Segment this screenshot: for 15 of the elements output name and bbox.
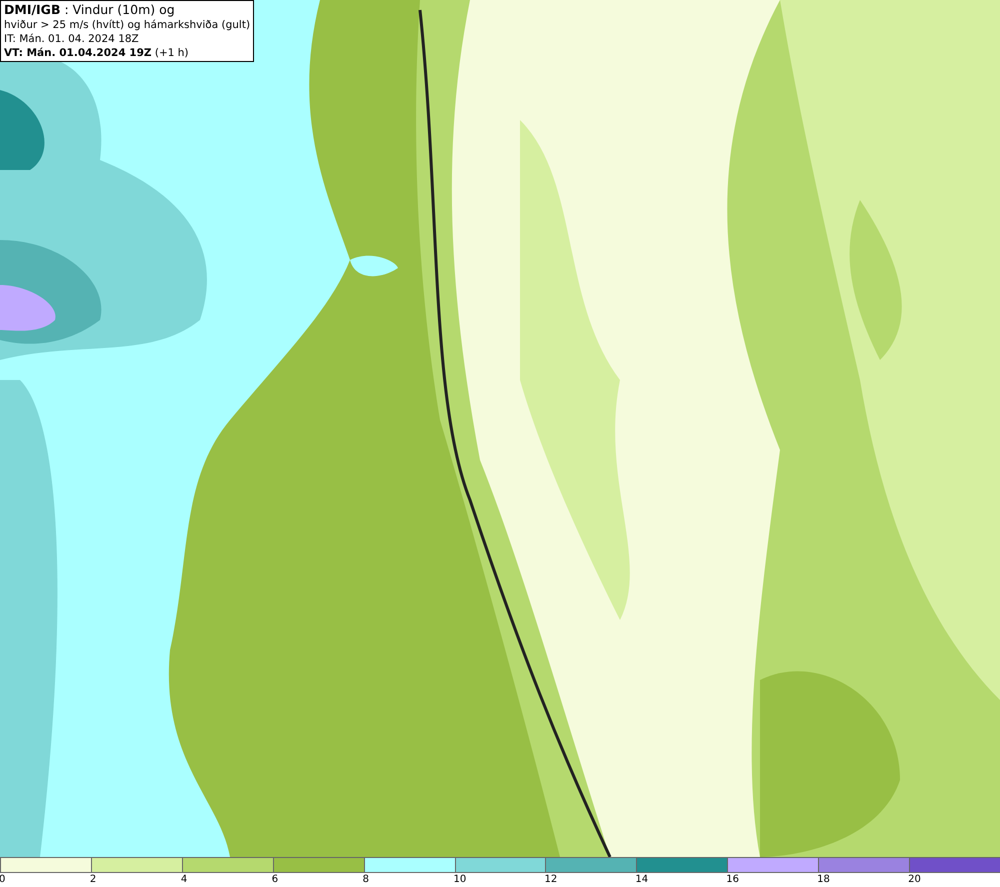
scale-tick-label: 8 bbox=[362, 873, 369, 887]
scale-tick-label: 6 bbox=[272, 873, 278, 887]
scale-tick-label: 2 bbox=[90, 873, 96, 887]
header-text: VT: Mán. 01.04.2024 19Z (+1 h) bbox=[4, 46, 190, 60]
header-text: DMI/IGB : Vindur (10m) og bbox=[4, 2, 176, 18]
header-text: hviður > 25 m/s (hvítt) og hámarkshviða (gult) bbox=[4, 18, 250, 32]
scale-tick-label: 0 bbox=[0, 873, 6, 887]
scale-tick-label: 12 bbox=[544, 873, 558, 887]
scale-tick-label: 10 bbox=[454, 873, 466, 887]
scale-tick-label: 18 bbox=[817, 873, 830, 887]
scale-tick-label: 20 bbox=[908, 873, 921, 887]
scale-tick-label: 16 bbox=[726, 873, 739, 887]
scale-tick-label: 4 bbox=[180, 873, 188, 887]
scale-tick-label: 14 bbox=[635, 873, 648, 887]
header-text: IT: Mán. 01. 04. 2024 18Z bbox=[4, 32, 140, 46]
